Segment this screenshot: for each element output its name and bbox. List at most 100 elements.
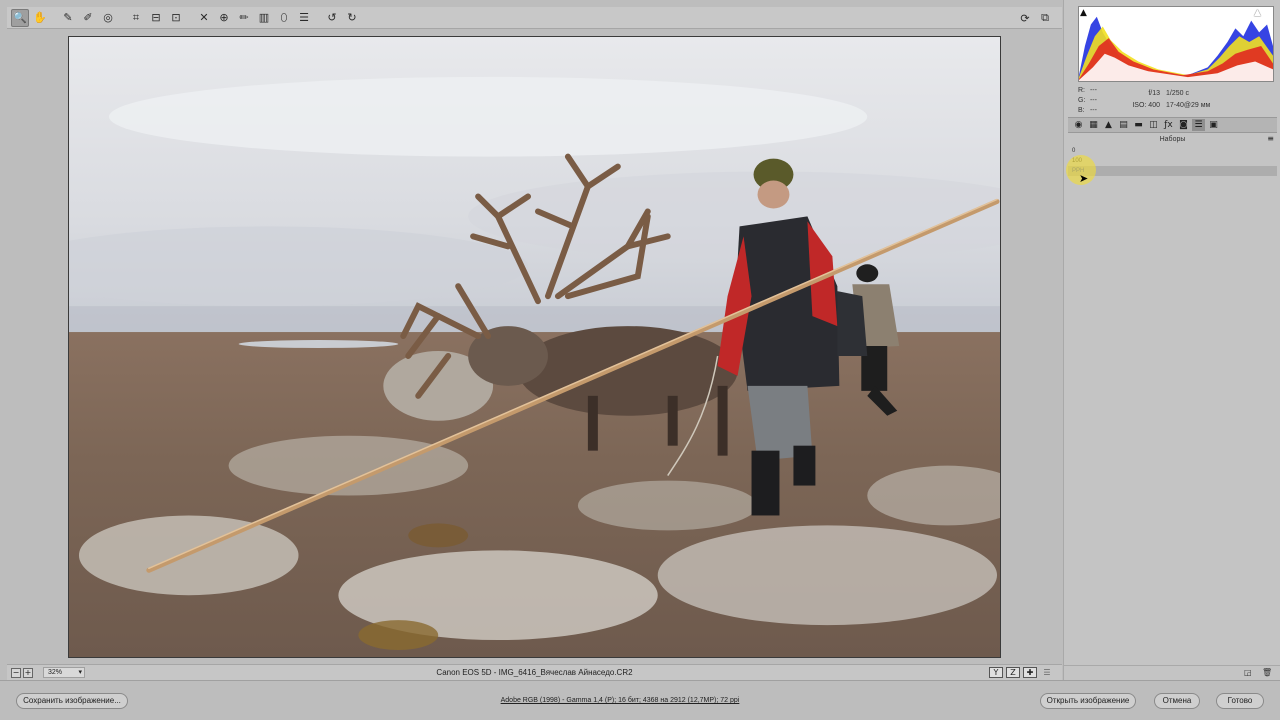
preset-item[interactable]: 0: [1068, 146, 1277, 156]
straighten-tool[interactable]: ⊟: [147, 9, 165, 27]
hand-icon: ✋: [33, 11, 47, 24]
open-image-button[interactable]: Открыть изображение: [1040, 693, 1136, 709]
radial-filter-tool[interactable]: ⬯: [275, 9, 293, 27]
toolbar-right-group: ⟳ ⧉: [1016, 9, 1056, 27]
tab-basic[interactable]: ◉: [1072, 119, 1085, 131]
g-label: G:: [1078, 97, 1086, 104]
right-panel: ▲ ▲ R: --- G: --- B: --- f/13 1/250 с ISO…: [1063, 0, 1280, 680]
histogram-graph: [1079, 16, 1273, 81]
tab-camera-calibration[interactable]: ◙: [1177, 119, 1190, 131]
hand-tool[interactable]: ✋: [31, 9, 49, 27]
cancel-button[interactable]: Отмена: [1154, 693, 1200, 709]
crop-tool[interactable]: ⌗: [127, 9, 145, 27]
preview-view-buttons: Y Z ✚ ☰: [986, 667, 1054, 678]
b-value: ---: [1089, 107, 1097, 114]
panel-menu-icon[interactable]: ≡: [1267, 134, 1274, 143]
rotate-right-tool[interactable]: ↻: [343, 9, 361, 27]
g-readout: G: ---: [1078, 96, 1100, 106]
panel-bottom-bar: ◲ 🗑: [1064, 665, 1280, 680]
photo-image: [69, 37, 1000, 657]
delete-preset-icon[interactable]: 🗑: [1262, 668, 1272, 677]
tool-bar: 🔍 ✋ ✎ ✐ ◎ ⌗ ⊟ ⊡ ✕ ⊕ ✏ ▥ ⬯ ☰ ↺ ↻ ⟳ ⧉: [7, 7, 1062, 29]
image-preview-area[interactable]: [7, 29, 1062, 664]
color-sampler-tool[interactable]: ✐: [79, 9, 97, 27]
footer-bar: Сохранить изображение... Adobe RGB (1998…: [0, 680, 1280, 720]
zoom-in-button[interactable]: +: [23, 667, 33, 678]
graduated-filter-icon: ▥: [258, 11, 270, 24]
tab-lens-corrections[interactable]: ◫: [1147, 119, 1160, 131]
b-label: B:: [1078, 107, 1085, 114]
tab-effects[interactable]: ƒx: [1162, 119, 1175, 131]
new-preset-icon[interactable]: ◲: [1244, 668, 1252, 677]
spot-removal-icon: ✕: [199, 11, 209, 24]
file-name-label: Canon EOS 5D - IMG_6416_Вячеслав Айнасед…: [7, 668, 1062, 677]
graduated-filter-tool[interactable]: ▥: [255, 9, 273, 27]
panel-tabs: ◉ ▦ ▲ ▤ ▬ ◫ ƒx ◙ ☰ ▣: [1068, 117, 1277, 133]
rotate-right-icon: ↻: [347, 11, 357, 24]
exif-readout: f/13 1/250 с ISO: 400 17-40@29 мм: [1128, 88, 1210, 112]
iso-value: ISO: 400: [1132, 102, 1160, 109]
zoom-level-value: 32%: [48, 669, 63, 676]
zoom-level-select[interactable]: 32% ▾: [43, 667, 85, 678]
rotate-left-tool[interactable]: ↺: [323, 9, 341, 27]
color-sampler-icon: ✐: [83, 11, 93, 24]
file-name-text: Canon EOS 5D - IMG_6416_Вячеслав Айнасед…: [436, 668, 633, 677]
before-after-toggle[interactable]: Y: [989, 667, 1003, 678]
panel-title: Наборы: [1159, 136, 1186, 143]
r-value: ---: [1089, 87, 1097, 94]
r-label: R:: [1078, 87, 1085, 94]
fullscreen-button[interactable]: ⧉: [1036, 9, 1054, 27]
photo-preview[interactable]: [68, 36, 1001, 658]
eyedropper-icon: ✎: [63, 11, 73, 24]
preset-item[interactable]: 100: [1068, 156, 1277, 166]
highlight-clipping-warning-icon[interactable]: ▲: [1254, 8, 1261, 18]
tab-hsl[interactable]: ▤: [1117, 119, 1130, 131]
white-balance-tool[interactable]: ✎: [59, 9, 77, 27]
preview-status-bar: − + 32% ▾ Canon EOS 5D - IMG_6416_Вячесл…: [7, 664, 1062, 680]
g-value: ---: [1089, 97, 1097, 104]
r-readout: R: ---: [1078, 86, 1100, 96]
zoom-tool[interactable]: 🔍: [11, 8, 29, 27]
b-readout: B: ---: [1078, 106, 1100, 116]
spot-removal-tool[interactable]: ✕: [195, 9, 213, 27]
crop-icon: ⌗: [132, 10, 140, 24]
aperture-value: f/13: [1148, 90, 1160, 97]
shadow-clipping-warning-icon[interactable]: ▲: [1080, 8, 1087, 18]
preview-preferences-button[interactable]: ☰: [1040, 667, 1054, 678]
transform-icon: ⊡: [171, 11, 181, 24]
straighten-icon: ⊟: [151, 11, 161, 24]
toggle-mark-button[interactable]: ⟳: [1016, 9, 1034, 27]
histogram: [1078, 6, 1274, 82]
transform-tool[interactable]: ⊡: [167, 9, 185, 27]
tab-snapshots[interactable]: ▣: [1207, 119, 1220, 131]
brush-icon: ✏: [239, 11, 249, 24]
radial-filter-icon: ⬯: [280, 10, 288, 24]
preferences-tool[interactable]: ☰: [295, 9, 313, 27]
list-icon: ☰: [299, 11, 309, 24]
rgb-readout: R: --- G: --- B: ---: [1078, 86, 1100, 116]
tab-presets[interactable]: ☰: [1192, 119, 1205, 131]
zoom-out-button[interactable]: −: [11, 667, 21, 678]
red-eye-icon: ⊕: [219, 11, 229, 24]
presets-list: 0100PPH: [1068, 146, 1277, 176]
fullscreen-icon: ⧉: [1041, 11, 1049, 24]
adjustment-brush-tool[interactable]: ✏: [235, 9, 253, 27]
done-button[interactable]: Готово: [1216, 693, 1264, 709]
tab-tone-curve[interactable]: ▦: [1087, 119, 1100, 131]
preset-item[interactable]: PPH: [1068, 166, 1277, 176]
chevron-down-icon: ▾: [78, 669, 82, 676]
workflow-options-text[interactable]: Adobe RGB (1998) - Gamma 1,4 (P); 16 бит…: [501, 697, 740, 704]
target-icon: ◎: [103, 11, 113, 24]
targeted-adjustment-tool[interactable]: ◎: [99, 9, 117, 27]
red-eye-tool[interactable]: ⊕: [215, 9, 233, 27]
mouse-cursor-icon: ➤: [1079, 172, 1089, 185]
rotate-left-icon: ↺: [327, 11, 337, 24]
copy-settings-button[interactable]: ✚: [1023, 667, 1037, 678]
tab-split-toning[interactable]: ▬: [1132, 119, 1145, 131]
sync-icon: ⟳: [1020, 11, 1030, 25]
shutter-value: 1/250 с: [1166, 90, 1189, 97]
swap-settings-button[interactable]: Z: [1006, 667, 1020, 678]
tab-detail[interactable]: ▲: [1102, 119, 1115, 131]
camera-info: R: --- G: --- B: --- f/13 1/250 с ISO: 40…: [1078, 86, 1274, 114]
magnifier-icon: 🔍: [13, 11, 27, 24]
